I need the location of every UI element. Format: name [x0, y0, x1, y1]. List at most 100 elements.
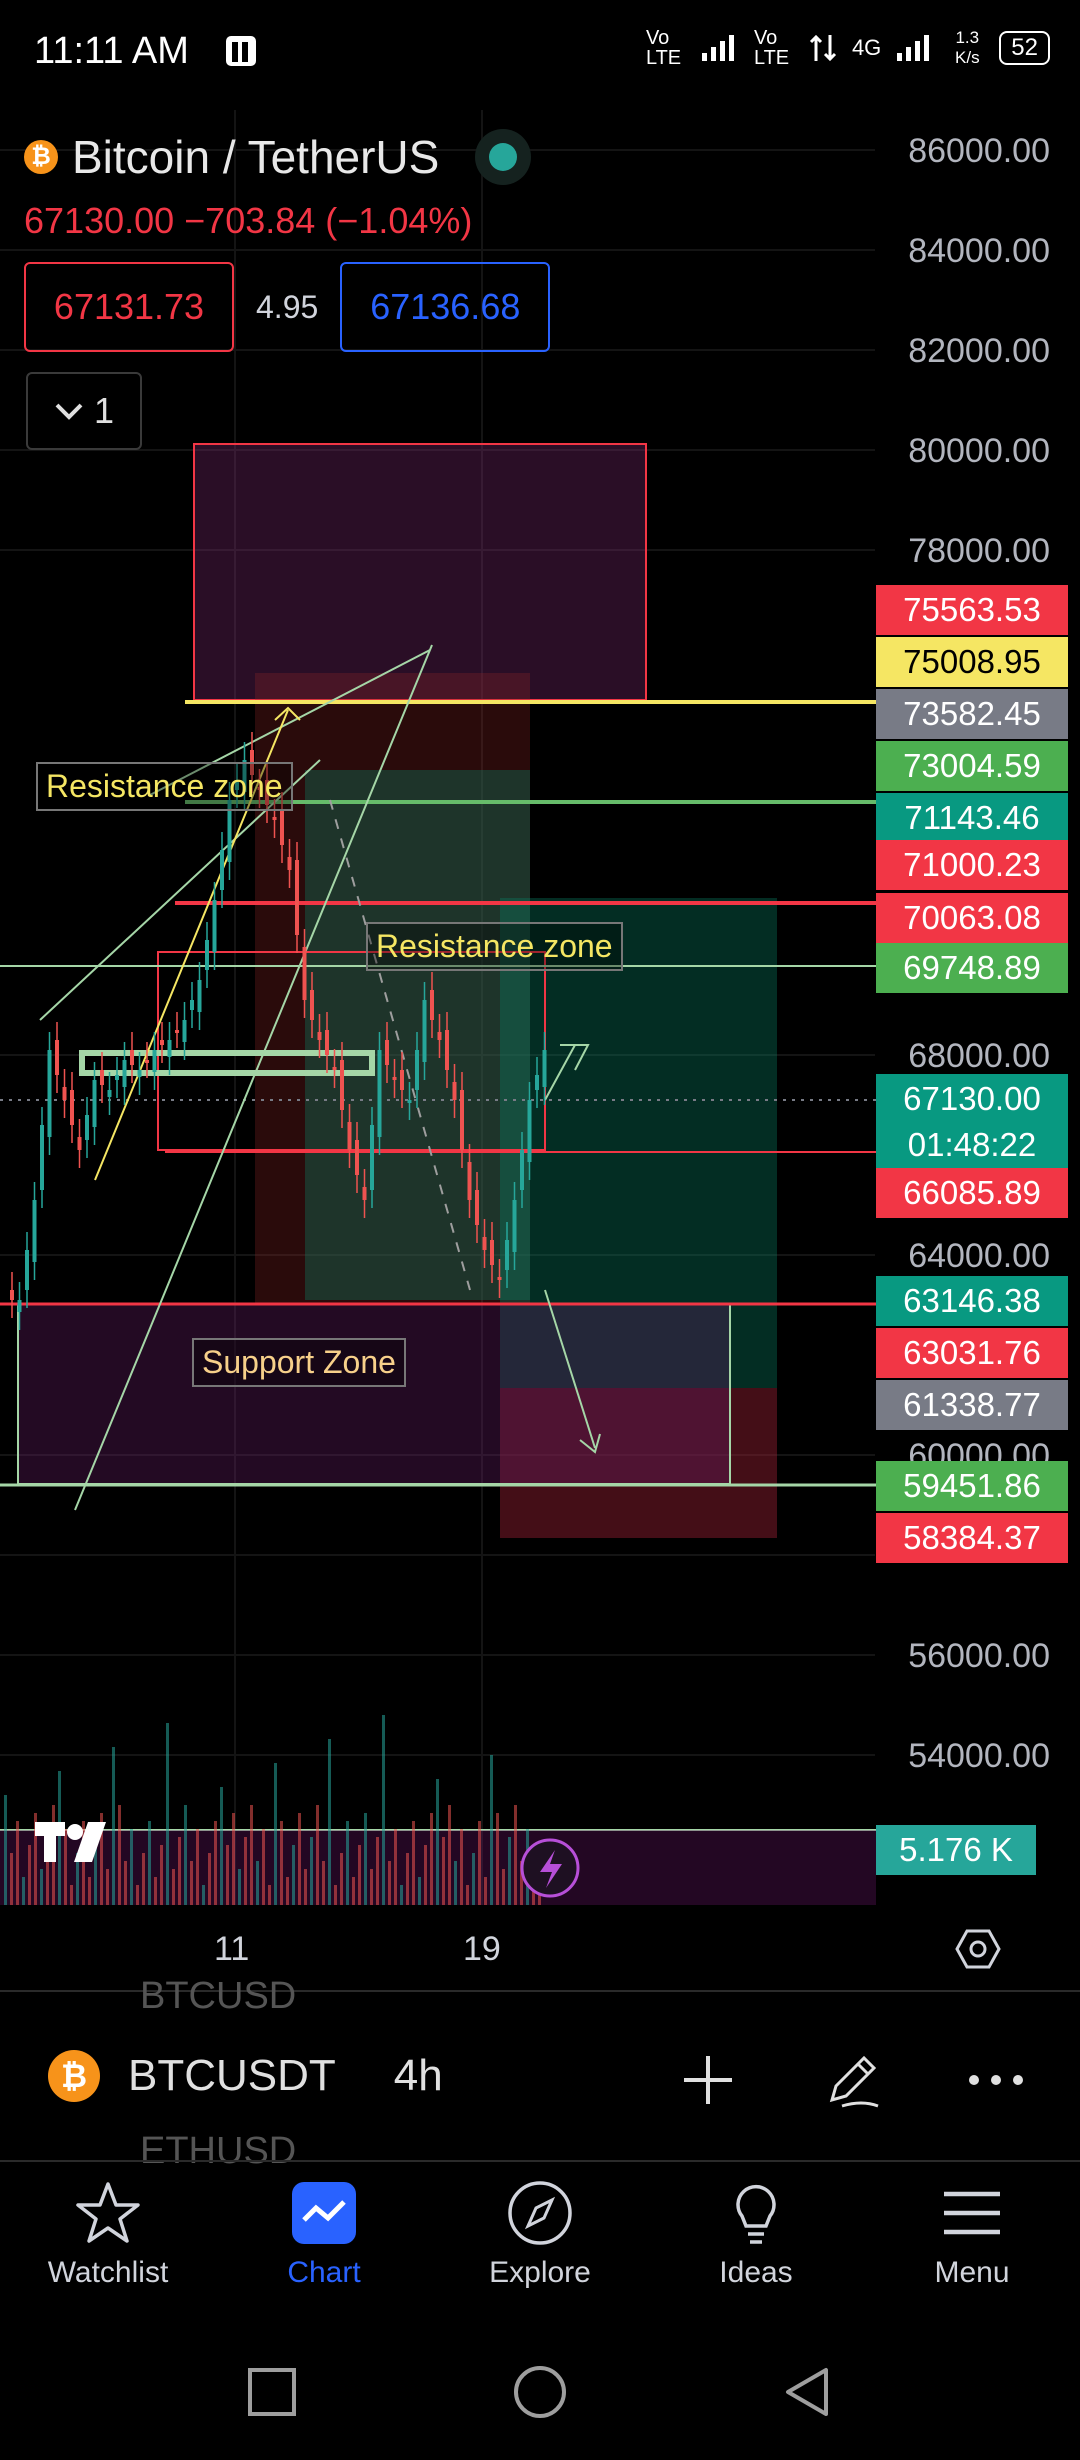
bitcoin-icon: ₿	[24, 140, 58, 174]
compass-icon	[508, 2181, 572, 2245]
volume-bar	[172, 1869, 175, 1905]
bitcoin-icon: ₿	[48, 2050, 100, 2102]
candle-body	[85, 1115, 89, 1140]
price-tag-75563: 75563.53	[876, 585, 1068, 635]
volume-bar	[382, 1715, 385, 1905]
volume-bar	[364, 1813, 367, 1905]
price-tag-63031: 63031.76	[876, 1328, 1068, 1378]
volume-bar	[112, 1747, 115, 1905]
support-zone-label[interactable]: Support Zone	[192, 1338, 406, 1387]
market-status-dot[interactable]	[489, 143, 518, 171]
price-tag-69748: 69748.89	[876, 943, 1068, 993]
price-tag-73004: 73004.59	[876, 741, 1068, 791]
data-arrows-icon	[809, 34, 836, 62]
volume-bar	[358, 1845, 361, 1905]
volume-bar	[448, 1805, 451, 1905]
signal-icon	[701, 35, 734, 61]
resistance-zone-label-1[interactable]: Resistance zone	[36, 762, 293, 811]
candle-body	[272, 817, 277, 820]
chart-settings-icon[interactable]	[955, 1928, 1001, 1975]
recents-icon[interactable]	[246, 2366, 298, 2418]
candle-body	[325, 1030, 329, 1055]
home-icon[interactable]	[512, 2364, 568, 2420]
notification-icon	[224, 34, 260, 75]
candle-body	[55, 1040, 59, 1075]
candle-body	[340, 1060, 344, 1110]
buy-button[interactable]: 67136.68	[340, 262, 551, 352]
last-price-tag: 67130.00	[876, 1074, 1068, 1124]
volume-bar	[220, 1787, 223, 1905]
indicators-count: 1	[93, 390, 115, 431]
indicators-toggle[interactable]: 1	[26, 372, 142, 450]
volume-bar	[106, 1869, 109, 1905]
nav-menu[interactable]: Menu	[872, 2180, 1072, 2290]
price-change: 67130.00 −703.84 (−1.04%)	[24, 200, 473, 241]
nav-explore[interactable]: Explore	[440, 2180, 640, 2290]
volume-bar	[298, 1813, 301, 1905]
candle-body	[295, 860, 299, 935]
volume-bar	[370, 1869, 373, 1905]
axis-86000: 86000.00	[908, 132, 1050, 170]
volume-bar	[154, 1877, 157, 1905]
candle-body	[497, 1277, 502, 1280]
drawing-tools-icon[interactable]	[822, 2050, 882, 2110]
system-nav-bar	[0, 2330, 1080, 2460]
more-icon[interactable]	[966, 2050, 1026, 2110]
nav-ideas[interactable]: Ideas	[656, 2180, 856, 2290]
nav-chart[interactable]: Chart	[224, 2180, 424, 2290]
axis-54000: 54000.00	[908, 1737, 1050, 1775]
lightning-icon[interactable]	[520, 1838, 580, 1898]
volume-bar	[394, 1829, 397, 1905]
volume-bar	[208, 1853, 211, 1905]
battery-indicator: 52	[999, 31, 1050, 65]
volume-bar	[412, 1821, 415, 1905]
candle-body	[137, 1070, 142, 1077]
volume-bar	[196, 1829, 199, 1905]
volume-bar	[244, 1837, 247, 1905]
axis-84000: 84000.00	[908, 232, 1050, 270]
candle-body	[130, 1050, 134, 1065]
candle-body	[160, 1040, 164, 1045]
candle-body	[370, 1125, 374, 1190]
candle-body	[475, 1190, 479, 1225]
candle-body	[385, 1040, 389, 1065]
signal-icon-2	[897, 35, 930, 61]
symbol-header[interactable]: ₿ Bitcoin / TetherUS	[24, 130, 518, 184]
price-tag-75008: 75008.95	[876, 637, 1068, 687]
volume-bar	[376, 1837, 379, 1905]
nav-label: Explore	[489, 2256, 591, 2289]
resistance-zone-label-2[interactable]: Resistance zone	[366, 922, 623, 971]
candle-body	[182, 1020, 187, 1042]
volume-bar	[280, 1821, 283, 1905]
volume-bar	[292, 1845, 295, 1905]
candle-body	[220, 850, 224, 890]
volume-bar	[10, 1853, 13, 1905]
add-icon[interactable]	[678, 2050, 738, 2110]
volume-bar	[466, 1885, 469, 1905]
volume-bar	[490, 1755, 493, 1905]
price-tag-73582: 73582.45	[876, 689, 1068, 739]
volume-bar	[310, 1837, 313, 1905]
axis-78000: 78000.00	[908, 532, 1050, 570]
sell-button[interactable]: 67131.73	[24, 262, 234, 352]
back-icon[interactable]	[782, 2366, 834, 2418]
volume-bar	[202, 1885, 205, 1905]
nav-watchlist[interactable]: Watchlist	[8, 2180, 208, 2290]
symbol-title: Bitcoin / TetherUS	[72, 131, 440, 183]
status-indicators: Vo LTE Vo LTE 4G 1.3 K/s 52	[646, 28, 1050, 68]
candle-body	[452, 1082, 457, 1100]
volume-bar	[460, 1829, 463, 1905]
network-type: 4G	[851, 35, 882, 60]
candle-body	[175, 1030, 179, 1033]
volume-bar	[430, 1813, 433, 1905]
interval-button[interactable]: 4h	[394, 2051, 443, 2101]
volume-bar	[400, 1885, 403, 1905]
volume-bar	[190, 1861, 193, 1905]
candle-body	[122, 1060, 127, 1087]
price-tag-70063: 70063.08	[876, 893, 1068, 943]
volume-bar	[340, 1853, 343, 1905]
volume-bar	[328, 1739, 331, 1905]
symbol-selector[interactable]: ₿ BTCUSDT 4h	[48, 2050, 443, 2102]
volte-1: Vo LTE	[645, 27, 682, 69]
volume-bar	[148, 1821, 151, 1905]
